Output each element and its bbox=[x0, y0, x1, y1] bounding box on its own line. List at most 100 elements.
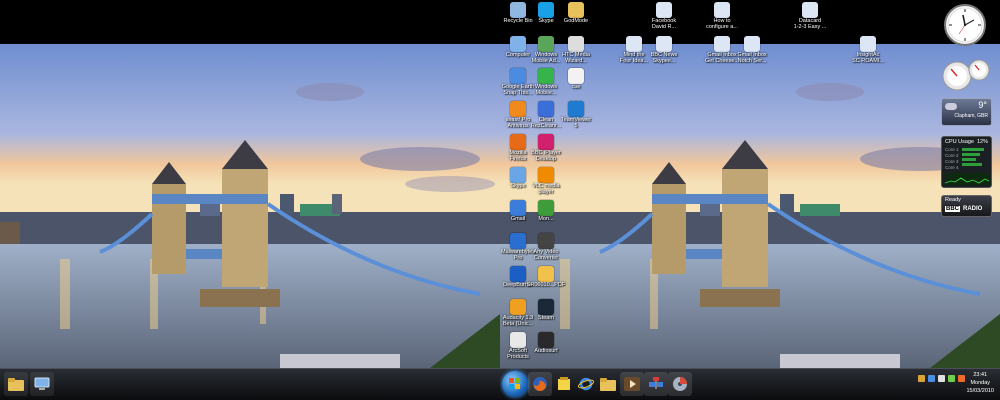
desktop-icon-label: SR06010...PDF bbox=[526, 282, 566, 288]
mobile-icon bbox=[538, 36, 554, 52]
desktop-icon-label: Gmail Inbox Notch Ser... bbox=[737, 52, 767, 64]
desktop-icon-godmode[interactable]: GodMode bbox=[554, 2, 598, 24]
desktop-icon-howto[interactable]: How to configure a... bbox=[700, 2, 744, 30]
tray-icons bbox=[918, 375, 965, 382]
desktop-icon-bbciplayer[interactable]: BBC iPlayer Desktop bbox=[524, 134, 568, 162]
bbc-brand: BBC bbox=[945, 206, 960, 212]
tray-flag-icon[interactable] bbox=[918, 375, 925, 382]
desktop-icon-htcmedia[interactable]: HTC Media Wizard... bbox=[554, 36, 598, 64]
cpu-usage-gadget[interactable]: CPU Usage 12% Core 1 Core 2 Core 3 Core … bbox=[941, 136, 992, 188]
right-monitor: Recycle Bin Skype GodMode Facebook David R..… bbox=[500, 0, 1000, 400]
cpu-header: CPU Usage 12% bbox=[945, 139, 988, 145]
folder-icon bbox=[568, 2, 584, 18]
shortcut-icon bbox=[802, 2, 818, 18]
tray-avast-icon[interactable] bbox=[958, 375, 965, 382]
taskbar-right: 23:41 Monday 15/03/2010 bbox=[500, 368, 1000, 400]
taskbar-left bbox=[0, 368, 500, 400]
desktop-icon-audiosurf[interactable]: Audiosurf bbox=[524, 332, 568, 354]
radio-status: Ready bbox=[945, 197, 961, 203]
weather-temp: 9° bbox=[978, 100, 987, 110]
clock-face-icon bbox=[944, 4, 986, 46]
vlc-icon bbox=[538, 167, 554, 183]
desktop-icon-label: Steam bbox=[538, 315, 554, 321]
desktop-icon-app2[interactable]: Mon... bbox=[524, 200, 568, 222]
weather-location: Clapham, GBR bbox=[954, 113, 988, 119]
bbc-radio-gadget[interactable]: Ready BBC RADIO bbox=[941, 195, 992, 217]
cpu-core-bars bbox=[962, 148, 984, 166]
media-player-icon[interactable] bbox=[620, 372, 644, 396]
iplayer-icon bbox=[538, 134, 554, 150]
clock-day: Monday bbox=[970, 380, 991, 386]
app-icon bbox=[538, 200, 554, 216]
disk-utility-icon[interactable] bbox=[668, 372, 692, 396]
desktop-icon-vlc[interactable]: VLC media player bbox=[524, 167, 568, 195]
teamviewer-icon bbox=[568, 101, 584, 117]
tray-app-icon[interactable] bbox=[948, 375, 955, 382]
mobile-icon bbox=[538, 68, 554, 84]
cloud-icon bbox=[945, 103, 957, 110]
bbc-radio-logo: BBC RADIO bbox=[945, 206, 982, 212]
desktop-icon-teamviewer[interactable]: TeamViewer 5 bbox=[554, 101, 598, 129]
desktop-icon-datacard[interactable]: Datacard 1-2-3 Easy ... bbox=[788, 2, 832, 30]
desktop-icon-cue[interactable]: cue bbox=[554, 68, 598, 90]
desktop-icon-facebook[interactable]: Facebook David R... bbox=[642, 2, 686, 30]
tray-volume-icon[interactable] bbox=[938, 375, 945, 382]
shortcut-icon bbox=[714, 36, 730, 52]
audiosurf-icon bbox=[538, 332, 554, 348]
shortcut-icon bbox=[860, 36, 876, 52]
desktop-icon-insight[interactable]: InsightAc SC ROAMI... bbox=[846, 36, 890, 64]
taskbar-clock[interactable]: 23:41 Monday 15/03/2010 bbox=[966, 371, 994, 395]
desktop-icon-label: GodMode bbox=[563, 18, 589, 24]
wallpaper-tower-bridge bbox=[500, 44, 1000, 368]
document-icon bbox=[538, 266, 554, 282]
network-icon[interactable] bbox=[644, 372, 668, 396]
internet-explorer-icon[interactable] bbox=[574, 372, 598, 396]
media-icon bbox=[568, 36, 584, 52]
computer-icon[interactable] bbox=[30, 372, 54, 396]
notes-icon[interactable] bbox=[552, 372, 576, 396]
desktop-icon-anyvideo[interactable]: Any Video Converter bbox=[524, 233, 568, 261]
windows-flag-icon bbox=[509, 378, 520, 389]
folder-icon[interactable] bbox=[4, 372, 28, 396]
desktop-icon-label: How to configure a... bbox=[706, 18, 738, 30]
clock-time: 23:41 bbox=[973, 372, 988, 378]
desktop-icon-label: Mon... bbox=[538, 216, 554, 222]
desktop-icon-label: cue bbox=[571, 84, 581, 90]
desktop-icon-steam[interactable]: Steam bbox=[524, 299, 568, 321]
cpu-graph bbox=[945, 173, 989, 185]
desktop-icon-label: Audiosurf bbox=[534, 348, 558, 354]
desktop-icon-label: Any Video Converter bbox=[533, 249, 559, 261]
cpu-meter-icon bbox=[942, 59, 990, 91]
steam-icon bbox=[538, 299, 554, 315]
clock-gadget[interactable] bbox=[943, 3, 987, 47]
weather-gadget[interactable]: 9° Clapham, GBR bbox=[941, 98, 992, 126]
cpu-core-bar bbox=[962, 158, 976, 161]
cpu-value: 12% bbox=[976, 139, 988, 145]
cpu-core-bar bbox=[962, 153, 980, 156]
left-monitor bbox=[0, 0, 500, 400]
shortcut-icon bbox=[744, 36, 760, 52]
desktop-icon-label: HTC Media Wizard... bbox=[562, 52, 590, 64]
shortcut-icon bbox=[656, 36, 672, 52]
desktop-icon-gmail2[interactable]: Gmail Inbox Notch Ser... bbox=[730, 36, 774, 64]
meter-gadget[interactable] bbox=[941, 58, 991, 92]
document-icon bbox=[568, 68, 584, 84]
radio-label: RADIO bbox=[963, 206, 983, 212]
desktop-icon-label: BBC News Skypee... bbox=[650, 52, 678, 64]
tray-network-icon[interactable] bbox=[928, 375, 935, 382]
system-tray: 23:41 Monday 15/03/2010 bbox=[914, 369, 1000, 400]
desktop-icon-doc[interactable]: SR06010...PDF bbox=[524, 266, 568, 288]
desktop-icon-label: TeamViewer 5 bbox=[560, 117, 592, 129]
desktop-icon-bbcnews[interactable]: BBC News Skypee... bbox=[642, 36, 686, 64]
cpu-core-label: Core 4 bbox=[945, 165, 959, 170]
video-icon bbox=[538, 233, 554, 249]
firefox-icon[interactable] bbox=[528, 372, 552, 396]
clock-date: 15/03/2010 bbox=[966, 388, 994, 394]
cpu-title: CPU Usage bbox=[945, 139, 975, 145]
start-button[interactable] bbox=[502, 371, 528, 397]
wallpaper-tower-bridge bbox=[0, 44, 500, 368]
desktop-icon-label: Datacard 1-2-3 Easy ... bbox=[793, 18, 827, 30]
shortcut-icon bbox=[656, 2, 672, 18]
desktop-icon-label: Facebook David R... bbox=[651, 18, 677, 30]
explorer-folder-icon[interactable] bbox=[596, 372, 620, 396]
